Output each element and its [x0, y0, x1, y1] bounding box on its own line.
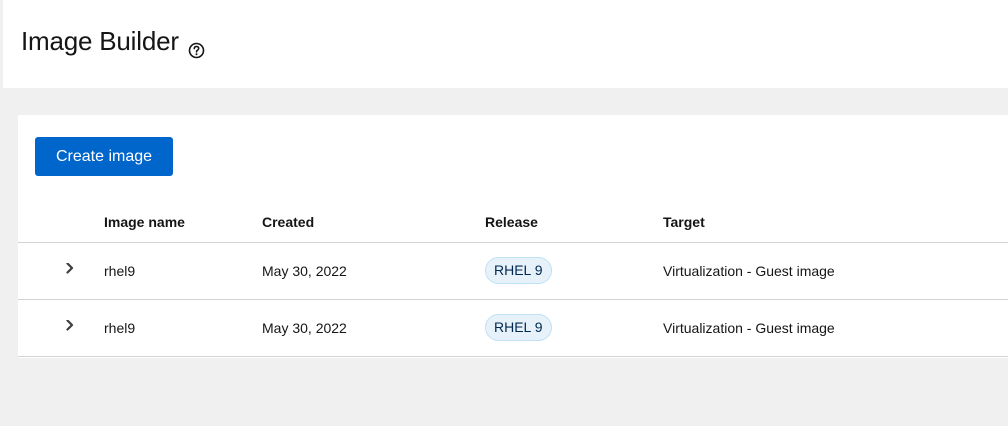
page-title: Image Builder [21, 26, 179, 56]
question-circle-icon[interactable] [188, 35, 205, 59]
table-row: rhel9 May 30, 2022 RHEL 9 Virtualization… [18, 242, 1008, 300]
expand-cell [18, 299, 104, 357]
target-cell: Virtualization - Guest image [663, 242, 1008, 300]
chevron-right-icon [66, 318, 74, 331]
created-cell: May 30, 2022 [262, 242, 485, 300]
image-name-cell: rhel9 [104, 299, 262, 357]
release-badge: RHEL 9 [485, 257, 552, 284]
column-header-image-name: Image name [104, 204, 262, 243]
column-header-created: Created [262, 204, 485, 243]
table-row: rhel9 May 30, 2022 RHEL 9 Virtualization… [18, 299, 1008, 357]
column-header-target: Target [663, 204, 1008, 243]
chevron-right-icon [66, 261, 74, 274]
column-header-expand [18, 204, 104, 243]
create-image-button[interactable]: Create image [35, 137, 173, 176]
release-cell: RHEL 9 [485, 299, 663, 357]
created-cell: May 30, 2022 [262, 299, 485, 357]
expand-row-button[interactable] [62, 261, 78, 279]
images-table: Image name Created Release Target rhel9 … [18, 204, 1008, 357]
page-header: Image Builder [0, 0, 1008, 88]
column-header-release: Release [485, 204, 663, 243]
target-cell: Virtualization - Guest image [663, 299, 1008, 357]
release-badge: RHEL 9 [485, 314, 552, 341]
page-title-wrapper: Image Builder [21, 26, 205, 59]
image-name-cell: rhel9 [104, 242, 262, 300]
expand-row-button[interactable] [62, 318, 78, 336]
release-cell: RHEL 9 [485, 242, 663, 300]
images-card: Create image Image name Created Release … [18, 115, 1008, 358]
table-header-row: Image name Created Release Target [18, 204, 1008, 243]
expand-cell [18, 242, 104, 300]
